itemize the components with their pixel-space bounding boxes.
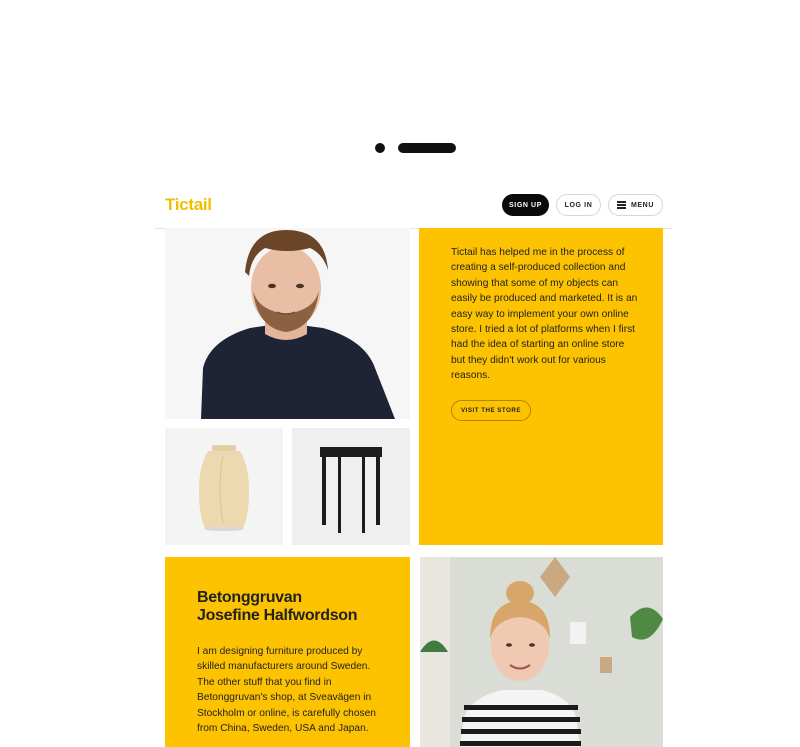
- hamburger-icon: [616, 200, 626, 211]
- merchant-portrait-man: [165, 228, 410, 419]
- loading-dot: [375, 143, 385, 153]
- site-header: Tictail SIGN UP LOG IN MENU: [155, 182, 672, 229]
- menu-button[interactable]: MENU: [608, 194, 663, 216]
- merchant-quote: Tictail has helped me in the process of …: [451, 247, 638, 382]
- tictail-logo[interactable]: Tictail: [165, 195, 212, 215]
- sign-up-button[interactable]: SIGN UP: [502, 194, 549, 216]
- product-vase-image[interactable]: [165, 428, 283, 545]
- loading-bar: [398, 143, 456, 153]
- store-name[interactable]: Betonggruvan: [197, 589, 302, 607]
- owner-name: Josefine Halfwordson: [197, 607, 358, 624]
- product-stool-image[interactable]: [292, 428, 410, 545]
- merchant-quote-card: Tictail has helped me in the process of …: [419, 228, 663, 545]
- merchant-bio-card: Betonggruvan Josefine Halfwordson I am d…: [165, 557, 410, 747]
- log-in-button[interactable]: LOG IN: [556, 194, 601, 216]
- menu-label: MENU: [630, 201, 654, 209]
- merchant-portrait-woman: [420, 557, 663, 747]
- visit-store-button[interactable]: VISIT THE STORE: [451, 400, 531, 421]
- merchant-bio: I am designing furniture produced by ski…: [197, 646, 376, 735]
